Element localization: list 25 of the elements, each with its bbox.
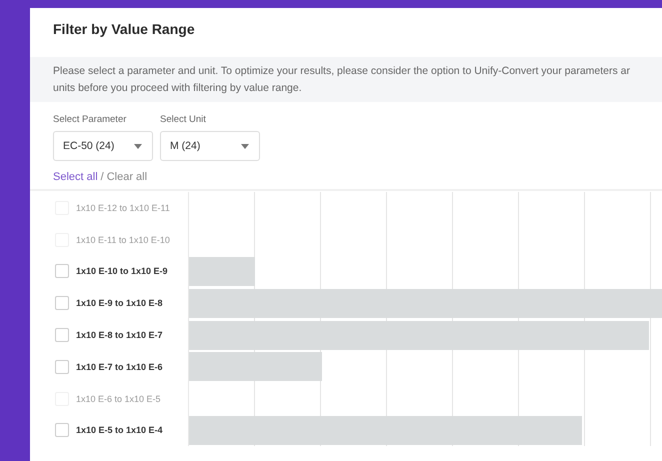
caret-icon — [241, 144, 249, 148]
range-label: 1x10 E-12 to 1x10 E-11 — [76, 202, 170, 213]
range-label: 1x10 E-6 to 1x10 E-5 — [76, 394, 161, 404]
range-label: 1x10 E-7 to 1x10 E-6 — [76, 362, 163, 372]
dropdown-select[interactable]: M (24) — [160, 131, 260, 161]
select-label: Select Unit — [160, 114, 207, 125]
range-label: 1x10 E-5 to 1x10 E-4 — [76, 425, 163, 436]
range-label: 1x10 E-9 to 1x10 E-8 — [76, 298, 163, 308]
checkbox[interactable] — [55, 296, 69, 310]
checkbox[interactable] — [55, 423, 69, 438]
range-label: 1x10 E-10 to 1x10 E-9 — [76, 266, 168, 276]
info-text: Please select a parameter and unit. To optimize your results, please consider the option to Unify-Convert your parameters ar — [53, 64, 632, 78]
info-text: units before you proceed with filtering by value range. — [53, 81, 303, 95]
range-label: 1x10 E-8 to 1x10 E-7 — [76, 330, 163, 340]
select-label: Select Parameter — [53, 114, 128, 125]
dropdown-select[interactable]: EC-50 (24) — [53, 131, 153, 161]
panel-title: Filter by Value Range — [52, 20, 196, 39]
checkbox[interactable] — [55, 360, 69, 374]
separator: / — [100, 171, 104, 185]
caret-icon — [134, 144, 142, 148]
clear-all-link[interactable]: Clear all — [106, 171, 148, 189]
checkbox[interactable] — [55, 264, 69, 278]
select-all-link[interactable]: Select all — [53, 171, 98, 189]
range-label: 1x10 E-11 to 1x10 E-10 — [76, 234, 170, 245]
checkbox[interactable] — [55, 328, 69, 342]
